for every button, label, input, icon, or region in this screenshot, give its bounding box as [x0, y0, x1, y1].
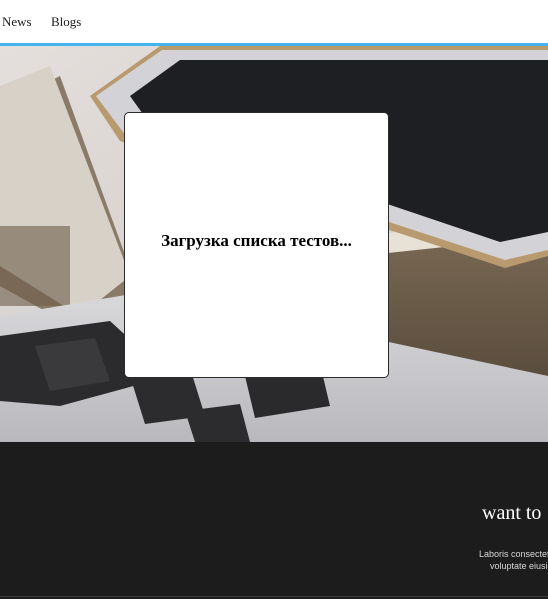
promo-text-line: Laboris consectet: [479, 549, 548, 559]
promo-text-line: voluptate eiusi: [490, 561, 548, 571]
promo-section: want to Laboris consectet voluptate eius…: [0, 442, 548, 599]
promo-heading: want to: [482, 502, 542, 524]
top-navigation: News Blogs: [0, 0, 548, 46]
loading-modal: Загрузка списка тестов...: [124, 112, 389, 378]
nav-link-blogs[interactable]: Blogs: [51, 14, 81, 30]
loading-message: Загрузка списка тестов...: [161, 231, 352, 250]
nav-link-news[interactable]: News: [2, 14, 32, 30]
bottom-divider: [0, 596, 548, 597]
